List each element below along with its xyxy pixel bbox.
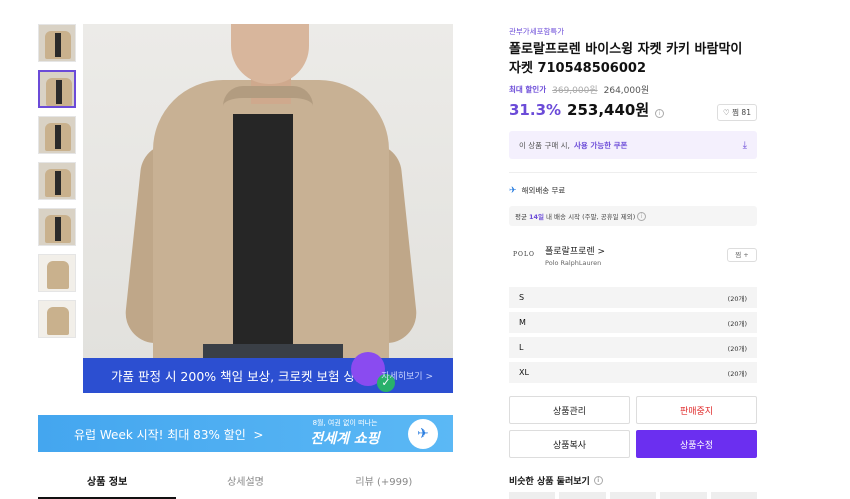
size-qty: (20개) — [727, 294, 747, 303]
product-tabs: 상품 정보 상세설명 리뷰 (+999) — [38, 467, 453, 499]
discount-label: 최대 할인가 — [509, 85, 547, 94]
authenticity-ribbon[interactable]: 가품 판정 시 200% 책임 보상, 크로켓 보험 상품 ✓ 자세히보기 > — [83, 352, 453, 393]
plane-icon: ✈ — [408, 419, 438, 449]
info-icon[interactable]: i — [593, 476, 603, 485]
like-label: ♡ 찜 81 — [723, 108, 751, 117]
size-qty: (20개) — [727, 344, 747, 353]
size-name: S — [519, 293, 525, 302]
manage-product-button[interactable]: 상품관리 — [509, 396, 630, 424]
product-title: 폴로랄프로렌 바이스윙 자켓 카키 바람막이 자켓 710548506002 — [509, 42, 743, 76]
divider — [509, 172, 757, 173]
similar-tile[interactable] — [609, 492, 657, 499]
promo-banner[interactable]: 유럽 Week 시작! 최대 83% 할인 > 8월, 여권 없이 떠나는 전세… — [38, 415, 453, 452]
coupon-highlight: 사용 가능한 쿠폰 — [573, 140, 628, 150]
similar-tile[interactable] — [509, 492, 556, 499]
tab-description[interactable]: 상세설명 — [176, 467, 314, 499]
tab-product-info[interactable]: 상품 정보 — [38, 467, 177, 499]
size-list: S (20개) M (20개) L (20개) XL (20개) — [509, 287, 757, 387]
banner-left-text: 유럽 Week 시작! 최대 83% 할인 > — [74, 428, 264, 442]
size-qty: (20개) — [727, 369, 747, 378]
model-head — [231, 24, 309, 84]
ribbon-more-link[interactable]: 자세히보기 > — [381, 369, 433, 382]
like-button[interactable]: ♡ 찜 81 — [717, 104, 757, 121]
size-option[interactable]: L (20개) — [509, 337, 757, 358]
jacket-collar — [223, 86, 313, 126]
size-option[interactable]: XL (20개) — [509, 362, 757, 383]
brand-logo: POLO — [513, 251, 535, 258]
info-icon[interactable]: i — [655, 109, 665, 118]
banner-big-text: 전세계 쇼핑 — [310, 431, 380, 447]
shipping-info: 평균 14일 내 배송 시작 (주말, 공휴일 제외) i — [509, 206, 757, 226]
product-main-image[interactable] — [83, 24, 453, 359]
edit-product-button[interactable]: 상품수정 — [636, 430, 757, 458]
shipping-info-prefix: 평균 — [515, 213, 527, 221]
coupon-text: 이 상품 구매 시, — [519, 140, 570, 150]
final-price-row: 31.3% 253,440원 i — [509, 99, 665, 120]
similar-tile[interactable] — [710, 492, 758, 499]
shipping-info-suffix: 내 배송 시작 (주말, 공휴일 제외) — [546, 213, 636, 221]
plane-icon: ✈ — [509, 185, 517, 196]
pants — [203, 344, 343, 359]
sweater — [233, 114, 293, 358]
similar-tile[interactable] — [660, 492, 707, 499]
size-option[interactable]: S (20개) — [509, 287, 757, 308]
size-option[interactable]: M (20개) — [509, 312, 757, 333]
action-buttons: 상품관리 판매중지 상품복사 상품수정 — [509, 396, 757, 458]
regular-price: 264,000원 — [603, 86, 650, 96]
similar-products-heading: 비슷한 상품 둘러보기 i — [509, 474, 603, 487]
coupon-box[interactable]: 이 상품 구매 시, 사용 가능한 쿠폰 ⤓ — [509, 131, 757, 159]
banner-small-text: 8월, 여권 없이 떠나는 — [312, 419, 378, 427]
shipping-label: 해외배송 무료 — [521, 186, 566, 195]
brand-follow-button[interactable]: 찜 + — [727, 248, 757, 262]
thumbnail-3[interactable] — [38, 116, 76, 154]
info-icon[interactable]: i — [637, 211, 647, 221]
shop-tag[interactable]: 관부가세포함특가 — [509, 26, 564, 37]
copy-product-button[interactable]: 상품복사 — [509, 430, 630, 458]
tab-reviews[interactable]: 리뷰 (+999) — [315, 467, 453, 499]
size-name: L — [519, 343, 524, 352]
brand-row[interactable]: POLO 폴로랄프로렌 > Polo RalphLauren 찜 + — [509, 242, 757, 272]
thumbnail-4[interactable] — [38, 162, 76, 200]
ribbon-text: 가품 판정 시 200% 책임 보상, 크로켓 보험 상품 — [111, 369, 367, 384]
thumbnail-5[interactable] — [38, 208, 76, 246]
similar-title: 비슷한 상품 둘러보기 — [509, 477, 590, 487]
price-info-row: 최대 할인가 369,000원 264,000원 — [509, 83, 649, 96]
size-qty: (20개) — [727, 319, 747, 328]
discount-rate: 31.3% — [509, 101, 562, 119]
chevron-right-icon: > — [253, 428, 264, 442]
original-price: 369,000원 — [552, 86, 598, 96]
thumbnail-7[interactable] — [38, 300, 76, 338]
shipping-row: ✈ 해외배송 무료 — [509, 185, 565, 196]
similar-product-tiles — [509, 492, 758, 499]
size-name: M — [519, 318, 526, 327]
thumbnail-6[interactable] — [38, 254, 76, 292]
shipping-days: 14일 — [528, 213, 544, 221]
thumbnail-list — [38, 24, 78, 346]
thumbnail-2-selected[interactable] — [38, 70, 76, 108]
brand-name[interactable]: 폴로랄프로렌 > — [545, 244, 605, 257]
download-icon[interactable]: ⤓ — [743, 140, 747, 151]
size-name: XL — [519, 368, 529, 377]
brand-subname: Polo RalphLauren — [545, 259, 602, 267]
stop-sale-button[interactable]: 판매중지 — [636, 396, 757, 424]
final-price: 253,440원 — [567, 101, 650, 119]
similar-tile[interactable] — [559, 492, 606, 499]
thumbnail-1[interactable] — [38, 24, 76, 62]
